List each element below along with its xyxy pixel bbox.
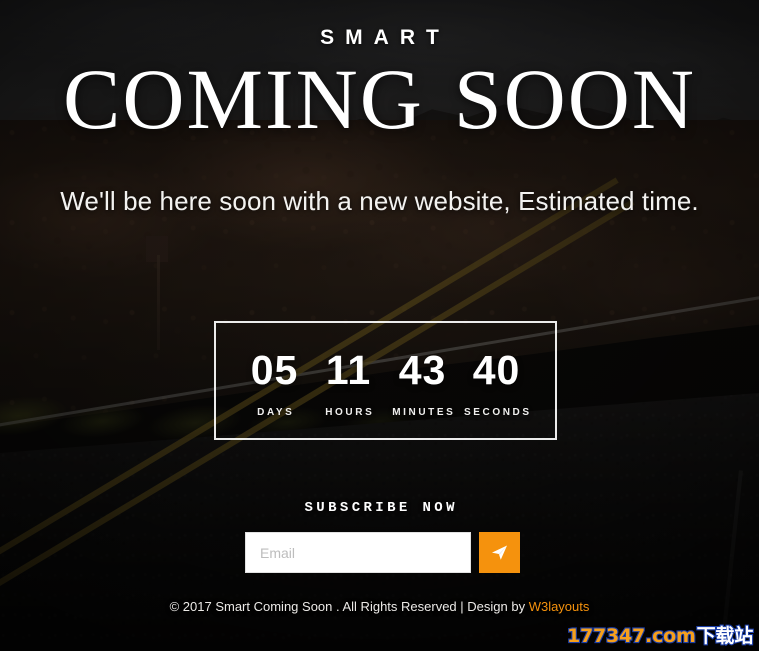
countdown-seconds-label: SECONDS [463, 406, 532, 418]
countdown-unit-minutes: 43 MINUTES [386, 346, 460, 418]
page-title: COMING SOON [63, 56, 696, 142]
watermark-suffix: 下载站 [695, 625, 754, 647]
countdown-minutes-label: MINUTES [392, 406, 456, 418]
page-title-word-soon: SOON [453, 51, 696, 147]
countdown-minutes-value: 43 [398, 346, 447, 393]
footer-text: © 2017 Smart Coming Soon . All Rights Re… [169, 599, 529, 614]
countdown-unit-seconds: 40 SECONDS [460, 346, 534, 418]
countdown-hours-label: HOURS [325, 406, 375, 418]
page-title-word-coming: COMING [63, 51, 424, 147]
footer-designer-link[interactable]: W3layouts [529, 599, 590, 614]
subscribe-heading: SUBSCRIBE NOW [304, 500, 458, 516]
countdown-unit-days: 05 DAYS [238, 346, 312, 418]
paper-plane-icon [490, 543, 509, 562]
countdown-days-value: 05 [250, 346, 299, 393]
subscribe-form [245, 532, 520, 573]
countdown-units: 05 DAYS 11 HOURS 43 MINUTES 40 SECONDS [238, 344, 534, 418]
email-input[interactable] [245, 532, 471, 573]
site-watermark: 177347.com下载站 [566, 625, 754, 647]
countdown-seconds-value: 40 [472, 346, 521, 393]
countdown-days-label: DAYS [257, 406, 295, 418]
watermark-domain: 177347.com [566, 625, 697, 647]
countdown-timer: 05 DAYS 11 HOURS 43 MINUTES 40 SECONDS [214, 321, 557, 440]
footer-copyright: © 2017 Smart Coming Soon . All Rights Re… [0, 599, 759, 614]
coming-soon-page: SMART COMING SOON We'll be here soon with… [0, 0, 759, 651]
brand-title: SMART [320, 26, 450, 49]
countdown-hours-value: 11 [325, 346, 372, 393]
countdown-unit-hours: 11 HOURS [312, 346, 386, 418]
page-tagline: We'll be here soon with a new website, E… [60, 186, 699, 216]
subscribe-submit-button[interactable] [479, 532, 520, 573]
